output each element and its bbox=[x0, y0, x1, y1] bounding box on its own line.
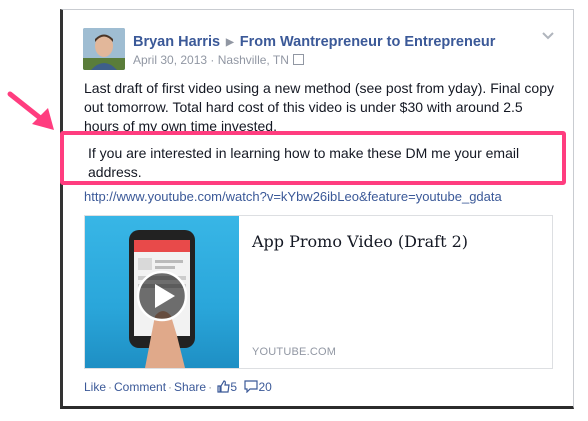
thumbs-up-icon[interactable] bbox=[217, 380, 231, 393]
post-meta: April 30, 2013 · Nashville, TN bbox=[133, 53, 304, 67]
youtube-link[interactable]: http://www.youtube.com/watch?v=kYbw26ibL… bbox=[84, 189, 502, 204]
pointer-arrow-icon bbox=[7, 91, 54, 130]
action-separator: · bbox=[168, 380, 173, 394]
meta-separator: · bbox=[207, 53, 218, 67]
like-count[interactable]: 5 bbox=[230, 380, 237, 394]
chevron-down-icon[interactable] bbox=[542, 31, 554, 41]
shared-video-card[interactable]: App Promo Video (Draft 2) YOUTUBE.COM bbox=[84, 215, 553, 369]
video-source: YOUTUBE.COM bbox=[252, 346, 337, 358]
post-text-clip: Last draft of first video using a new me… bbox=[84, 79, 554, 131]
highlight-box: If you are interested in learning how to… bbox=[60, 131, 566, 185]
triangle-right-icon: ▶ bbox=[226, 37, 234, 48]
action-separator: · bbox=[208, 380, 213, 394]
calendar-icon bbox=[292, 54, 304, 65]
highlighted-text: If you are interested in learning how to… bbox=[88, 145, 520, 180]
comment-count[interactable]: 20 bbox=[258, 380, 271, 394]
comment-bubble-icon[interactable] bbox=[244, 380, 259, 393]
like-link[interactable]: Like bbox=[84, 380, 106, 394]
video-title[interactable]: App Promo Video (Draft 2) bbox=[252, 232, 468, 251]
post-actions: Like · Comment · Share · 5 20 bbox=[84, 380, 272, 394]
avatar[interactable] bbox=[83, 28, 125, 70]
post-location[interactable]: Nashville, TN bbox=[218, 53, 289, 67]
comment-link[interactable]: Comment bbox=[114, 380, 166, 394]
group-name[interactable]: From Wantrepreneur to Entrepreneur bbox=[240, 34, 496, 50]
post-date[interactable]: April 30, 2013 bbox=[133, 53, 207, 67]
share-link[interactable]: Share bbox=[174, 380, 206, 394]
author-name[interactable]: Bryan Harris bbox=[133, 34, 220, 50]
post-header: Bryan Harris ▶ From Wantrepreneur to Entre… bbox=[133, 34, 495, 50]
video-thumbnail[interactable] bbox=[85, 216, 239, 368]
action-separator: · bbox=[108, 380, 113, 394]
post-text: Last draft of first video using a new me… bbox=[84, 80, 554, 131]
